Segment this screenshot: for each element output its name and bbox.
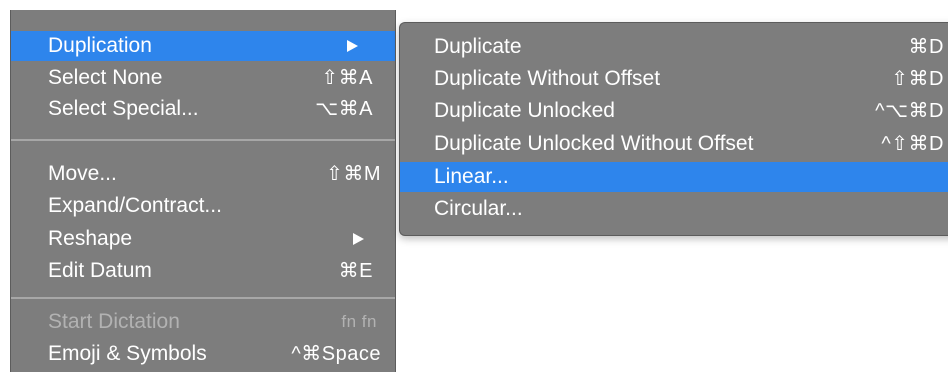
menu-separator: [11, 139, 395, 141]
menu-item-shortcut: ⌘D: [908, 36, 944, 58]
menu-item-shortcut: ⇧⌘M: [326, 163, 381, 185]
menu-item-label: Duplicate Without Offset: [434, 67, 661, 90]
duplication-submenu: Duplicate ⌘D Duplicate Without Offset ⇧⌘…: [399, 22, 948, 236]
menu-item-shortcut: ⇧⌘D: [891, 68, 944, 90]
menu-item-edit-datum[interactable]: Edit Datum ⌘E: [11, 256, 395, 286]
menu-item-reshape[interactable]: Reshape: [11, 224, 395, 254]
menu-item-label: Edit Datum: [48, 259, 152, 282]
menu-item-label: Reshape: [48, 227, 133, 250]
context-menu: Duplication Select None ⇧⌘A Select Speci…: [10, 10, 396, 372]
menu-item-shortcut: ^⌥⌘D: [875, 100, 944, 122]
menu-item-shortcut: fn fn: [341, 312, 377, 331]
menu-item-label: Select None: [48, 66, 163, 89]
menu-item-shortcut: ⌥⌘A: [315, 98, 373, 120]
menu-item-select-none[interactable]: Select None ⇧⌘A: [11, 63, 395, 93]
menu-item-expand-contract[interactable]: Expand/Contract...: [11, 191, 395, 221]
menu-item-circular[interactable]: Circular...: [400, 194, 948, 224]
menu-item-select-special[interactable]: Select Special... ⌥⌘A: [11, 94, 395, 124]
menu-item-shortcut: ⇧⌘A: [321, 67, 373, 89]
menu-item-label: Linear...: [434, 165, 509, 188]
menu-item-label: Duplicate: [434, 35, 522, 58]
menu-item-emoji-symbols[interactable]: Emoji & Symbols ^⌘Space: [11, 339, 395, 369]
menu-separator: [11, 297, 395, 299]
menu-item-duplicate-unlocked[interactable]: Duplicate Unlocked ^⌥⌘D: [400, 96, 948, 126]
screen: Duplication Select None ⇧⌘A Select Speci…: [0, 0, 948, 372]
menu-item-linear[interactable]: Linear...: [400, 162, 948, 192]
menu-item-move[interactable]: Move... ⇧⌘M: [11, 159, 395, 189]
menu-item-label: Select Special...: [48, 97, 199, 120]
menu-item-shortcut: ^⌘Space: [291, 343, 381, 365]
menu-item-label: Emoji & Symbols: [48, 342, 207, 365]
menu-item-duplicate-without-offset[interactable]: Duplicate Without Offset ⇧⌘D: [400, 64, 948, 94]
menu-item-label: Expand/Contract...: [48, 194, 222, 217]
menu-item-duplicate-unlocked-without-offset[interactable]: Duplicate Unlocked Without Offset ^⇧⌘D: [400, 129, 948, 159]
menu-item-label: Duplicate Unlocked Without Offset: [434, 132, 754, 155]
menu-item-label: Duplication: [48, 34, 152, 57]
menu-item-label: Duplicate Unlocked: [434, 99, 615, 122]
submenu-arrow-icon: [353, 233, 364, 245]
menu-item-label: Circular...: [434, 197, 523, 220]
menu-item-duplication[interactable]: Duplication: [11, 31, 395, 61]
menu-item-shortcut: ⌘E: [338, 260, 373, 282]
menu-item-label: Move...: [48, 162, 117, 185]
menu-item-label: Start Dictation: [48, 310, 180, 333]
menu-item-start-dictation: Start Dictation fn fn: [11, 307, 395, 337]
menu-item-shortcut: ^⇧⌘D: [881, 133, 944, 155]
submenu-arrow-icon: [347, 40, 358, 52]
menu-item-duplicate[interactable]: Duplicate ⌘D: [400, 32, 948, 62]
